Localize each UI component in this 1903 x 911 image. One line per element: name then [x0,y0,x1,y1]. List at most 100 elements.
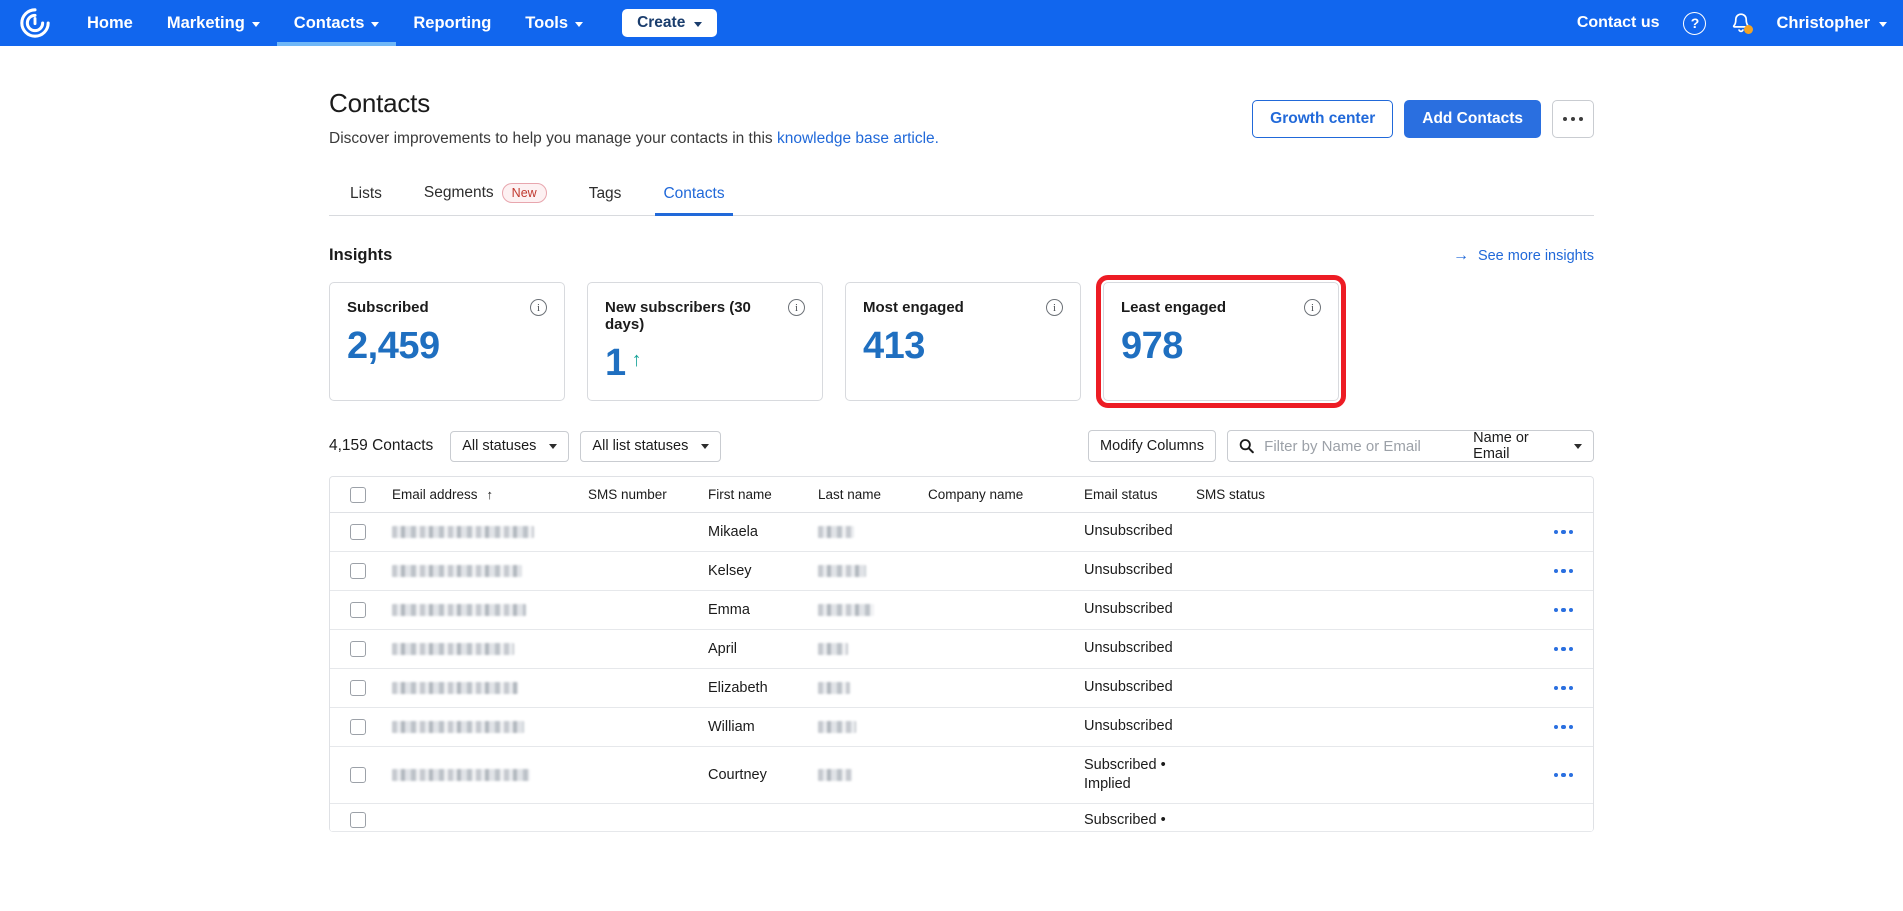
row-checkbox-cell [330,767,386,783]
table-row[interactable]: MikaelaUnsubscribed [330,513,1593,552]
row-actions-menu-button[interactable] [1554,569,1574,574]
column-header-company-name[interactable]: Company name [922,487,1078,502]
column-header-last-name[interactable]: Last name [812,487,922,502]
status-filter-value: All statuses [462,438,536,454]
nav-item-contacts[interactable]: Contacts [277,0,397,46]
row-actions-menu-button[interactable] [1554,686,1574,691]
select-all-checkbox[interactable] [350,487,366,503]
info-icon[interactable]: i [1304,299,1321,316]
card-title: Least engaged [1121,299,1226,316]
tab-lists[interactable]: Lists [329,176,403,215]
column-header-email-status[interactable]: Email status [1078,487,1190,502]
constant-contact-swirl-logo [18,6,52,40]
table-header-row: Email address ↑ SMS number First name La… [330,477,1593,513]
contact-us-link[interactable]: Contact us [1577,14,1660,32]
info-icon[interactable]: i [1046,299,1063,316]
insight-card-most-engaged[interactable]: Most engaged i 413 [845,282,1081,401]
column-header-first-name[interactable]: First name [702,487,812,502]
row-actions [1312,569,1593,574]
insight-card-new-subscribers[interactable]: New subscribers (30 days) i 1↑ [587,282,823,401]
growth-center-button[interactable]: Growth center [1252,100,1393,138]
modify-columns-button[interactable]: Modify Columns [1088,430,1216,462]
redacted-last-name [818,643,848,655]
row-actions-menu-button[interactable] [1554,530,1574,535]
dot-icon [1563,117,1568,122]
card-header: Least engaged i [1121,299,1321,316]
nav-right-group: Contact us ? Christopher [1577,0,1887,46]
redacted-email [392,643,514,655]
more-actions-button[interactable] [1552,100,1594,138]
row-checkbox-cell [330,602,386,618]
info-icon[interactable]: i [530,299,547,316]
row-actions-menu-button[interactable] [1554,608,1574,613]
user-menu[interactable]: Christopher [1776,14,1887,33]
help-icon[interactable]: ? [1683,12,1706,35]
column-header-sms-status[interactable]: SMS status [1190,487,1312,502]
row-checkbox[interactable] [350,680,366,696]
row-checkbox[interactable] [350,641,366,657]
row-actions-menu-button[interactable] [1554,773,1574,778]
row-checkbox[interactable] [350,812,366,828]
search-input[interactable] [1264,438,1463,455]
tab-contacts[interactable]: Contacts [642,176,745,215]
insight-card-subscribed[interactable]: Subscribed i 2,459 [329,282,565,401]
table-row[interactable]: CourtneySubscribed •Implied [330,747,1593,804]
info-icon[interactable]: i [788,299,805,316]
table-row[interactable]: KelseyUnsubscribed [330,552,1593,591]
select-all-checkbox-cell [330,487,386,503]
row-email-address [386,604,582,616]
row-actions-menu-button[interactable] [1554,647,1574,652]
create-button[interactable]: Create [622,9,717,37]
tab-label: Contacts [663,185,724,203]
table-row[interactable]: ElizabethUnsubscribed [330,669,1593,708]
row-actions-menu-button[interactable] [1554,725,1574,730]
redacted-last-name [818,526,854,538]
column-header-email-address[interactable]: Email address ↑ [386,487,582,502]
sort-ascending-icon: ↑ [487,487,494,502]
dot-icon [1561,530,1566,535]
page-header-actions: Growth center Add Contacts [1252,100,1594,138]
tab-tags[interactable]: Tags [568,176,643,215]
list-status-filter-value: All list statuses [592,438,688,454]
row-last-name [812,563,922,579]
table-row[interactable]: WilliamUnsubscribed [330,708,1593,747]
row-checkbox[interactable] [350,602,366,618]
row-email-address [386,721,582,733]
row-checkbox[interactable] [350,767,366,783]
dot-icon [1561,647,1566,652]
nav-item-home[interactable]: Home [70,0,150,46]
row-checkbox[interactable] [350,524,366,540]
dot-icon [1561,725,1566,730]
row-checkbox-cell [330,641,386,657]
tab-segments[interactable]: Segments New [403,174,568,215]
nav-item-marketing[interactable]: Marketing [150,0,277,46]
card-title: New subscribers (30 days) [605,299,782,333]
nav-label: Marketing [167,14,245,33]
knowledge-base-link[interactable]: knowledge base article. [777,130,939,147]
row-status-line: Unsubscribed [1084,522,1184,541]
row-checkbox[interactable] [350,563,366,579]
notification-bell-icon[interactable] [1730,11,1752,35]
tab-label: Segments [424,184,494,202]
row-last-name [812,641,922,657]
list-status-filter-dropdown[interactable]: All list statuses [580,431,721,462]
column-header-sms-number[interactable]: SMS number [582,487,702,502]
row-checkbox[interactable] [350,719,366,735]
insight-card-least-engaged[interactable]: Least engaged i 978 [1103,282,1339,401]
status-filter-dropdown[interactable]: All statuses [450,431,569,462]
nav-item-tools[interactable]: Tools [508,0,600,46]
search-scope-dropdown[interactable]: Name or Email [1473,430,1582,462]
table-row-partial[interactable]: Subscribed • [330,804,1593,832]
brand-logo[interactable] [0,6,70,40]
nav-item-reporting[interactable]: Reporting [396,0,508,46]
see-more-insights-link[interactable]: → See more insights [1453,248,1594,264]
section-tabs: Lists Segments New Tags Contacts [329,174,1594,216]
chevron-down-icon [371,22,379,27]
chevron-down-icon [701,444,709,449]
row-first-name: William [702,719,812,735]
table-row[interactable]: EmmaUnsubscribed [330,591,1593,630]
table-row[interactable]: AprilUnsubscribed [330,630,1593,669]
redacted-email [392,604,526,616]
add-contacts-button[interactable]: Add Contacts [1404,100,1541,138]
toolbar-right-group: Modify Columns Name or Email [1088,430,1594,462]
